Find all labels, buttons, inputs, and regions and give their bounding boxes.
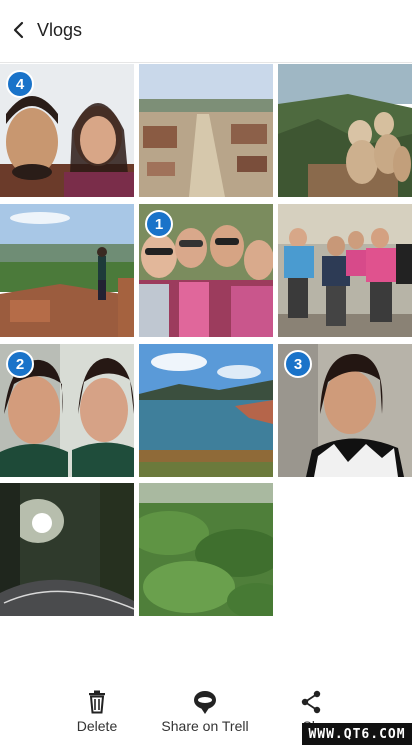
photo-tile[interactable]: 3 [278,344,412,477]
photo-thumbnail [139,483,273,616]
watermark: WWW.QT6.COM [302,723,412,745]
delete-label: Delete [76,718,118,734]
photo-tile[interactable] [139,483,273,616]
photo-tile[interactable] [278,64,412,197]
photo-thumbnail [0,483,134,616]
trash-icon [89,690,105,714]
page-title: Vlogs [37,20,83,40]
trell-icon [194,691,216,714]
photo-tile[interactable] [139,64,273,197]
back-button[interactable] [8,19,30,41]
photo-tile[interactable]: 2 [0,344,134,477]
selection-badge: 3 [284,350,312,378]
photo-tile[interactable] [139,344,273,477]
photo-tile[interactable]: 4 [0,64,134,197]
photo-thumbnail [139,344,273,477]
photo-tile[interactable] [0,204,134,337]
chevron-left-icon [13,21,24,39]
photo-tile[interactable] [0,483,134,616]
share-on-trell-label: Share on Trell [161,718,249,734]
top-app-bar: Vlogs [0,0,412,63]
photo-tile[interactable] [278,204,412,337]
delete-button[interactable]: Delete [76,690,118,734]
selection-badge: 4 [6,70,34,98]
selection-badge: 1 [145,210,173,238]
photo-thumbnail [278,204,412,337]
share-on-trell-button[interactable]: Share on Trell [161,690,249,734]
photo-tile[interactable]: 1 [139,204,273,337]
photo-thumbnail [139,64,273,197]
selection-badge: 2 [6,350,34,378]
share-icon [301,690,321,714]
photo-thumbnail [278,64,412,197]
photo-thumbnail [0,204,134,337]
